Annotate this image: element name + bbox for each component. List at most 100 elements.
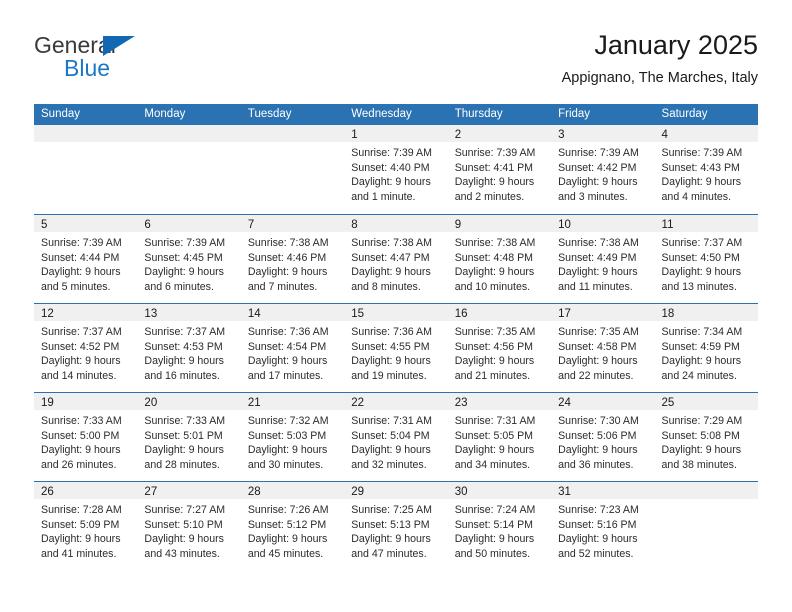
- day-number: 9: [454, 219, 462, 231]
- calendar-day-cell[interactable]: 9 Sunrise: 7:38 AM Sunset: 4:48 PM Daylight…: [447, 215, 552, 303]
- calendar-day-cell[interactable]: 31 Sunrise: 7:23 AM Sunset: 5:16 PM Dayligh…: [551, 482, 655, 570]
- daylight-text-line1: Daylight: 9 hours: [558, 355, 638, 368]
- calendar-day-cell[interactable]: 10 Sunrise: 7:38 AM Sunset: 4:49 PM Dayligh…: [551, 215, 655, 303]
- calendar-day-cell[interactable]: 16 Sunrise: 7:35 AM Sunset: 4:56 PM Dayligh…: [447, 304, 552, 392]
- calendar-day-cell[interactable]: 27 Sunrise: 7:27 AM Sunset: 5:10 PM Dayligh…: [137, 482, 241, 570]
- daylight-text-line2: and 32 minutes.: [351, 458, 427, 471]
- daylight-text-line2: and 45 minutes.: [247, 547, 324, 560]
- sunset-text: Sunset: 5:16 PM: [558, 518, 637, 531]
- day-number-band: 30: [447, 482, 552, 499]
- calendar-week-row: 1 Sunrise: 7:39 AM Sunset: 4:40 PM Daylight…: [34, 125, 758, 214]
- calendar-day-cell[interactable]: 26 Sunrise: 7:28 AM Sunset: 5:09 PM Dayligh…: [34, 482, 138, 570]
- sunrise-text: Sunrise: 7:31 AM: [351, 415, 432, 427]
- daylight-text-line1: Daylight: 9 hours: [144, 444, 224, 457]
- calendar-day-cell[interactable]: 22 Sunrise: 7:31 AM Sunset: 5:04 PM Dayligh…: [344, 393, 448, 481]
- day-sun-info: Sunrise: 7:35 AM Sunset: 4:58 PM Daylight:…: [551, 321, 654, 383]
- calendar-day-cell[interactable]: 13 Sunrise: 7:37 AM Sunset: 4:53 PM Dayligh…: [137, 304, 241, 392]
- day-number-band: 12: [34, 304, 138, 321]
- daylight-text-line1: Daylight: 9 hours: [454, 533, 535, 546]
- day-number-band: 2: [447, 125, 552, 142]
- day-sun-info: Sunrise: 7:37 AM Sunset: 4:52 PM Daylight:…: [34, 321, 137, 383]
- day-number: 5: [41, 219, 48, 231]
- calendar-day-cell[interactable]: 1 Sunrise: 7:39 AM Sunset: 4:40 PM Daylight…: [344, 125, 448, 214]
- calendar-day-cell[interactable]: 30 Sunrise: 7:24 AM Sunset: 5:14 PM Dayligh…: [447, 482, 552, 570]
- daylight-text-line2: and 8 minutes.: [351, 280, 421, 293]
- sunset-text: Sunset: 5:09 PM: [41, 518, 120, 531]
- day-number: 7: [247, 219, 255, 231]
- calendar-week-row: 19 Sunrise: 7:33 AM Sunset: 5:00 PM Dayligh…: [34, 392, 758, 481]
- calendar-week-row: 26 Sunrise: 7:28 AM Sunset: 5:09 PM Dayligh…: [34, 481, 758, 570]
- day-number: 10: [558, 219, 571, 231]
- day-sun-info: Sunrise: 7:30 AM Sunset: 5:06 PM Daylight:…: [551, 410, 654, 472]
- sunrise-text: Sunrise: 7:32 AM: [247, 415, 329, 427]
- calendar-day-cell[interactable]: 4 Sunrise: 7:39 AM Sunset: 4:43 PM Daylight…: [654, 125, 758, 214]
- day-number-band: 15: [344, 304, 448, 321]
- sunset-text: Sunset: 5:04 PM: [351, 429, 430, 442]
- sunrise-text: Sunrise: 7:30 AM: [558, 415, 639, 427]
- day-number: 29: [351, 486, 365, 498]
- calendar-day-cell[interactable]: 18 Sunrise: 7:34 AM Sunset: 4:59 PM Dayligh…: [654, 304, 758, 392]
- day-number: 28: [247, 486, 261, 498]
- sunset-text: Sunset: 4:41 PM: [454, 161, 534, 174]
- calendar-day-cell[interactable]: 20 Sunrise: 7:33 AM Sunset: 5:01 PM Dayligh…: [137, 393, 241, 481]
- sunset-text: Sunset: 4:52 PM: [41, 340, 120, 353]
- sunset-text: Sunset: 4:53 PM: [144, 340, 223, 353]
- daylight-text-line2: and 11 minutes.: [558, 280, 633, 293]
- calendar-day-cell[interactable]: 24 Sunrise: 7:30 AM Sunset: 5:06 PM Dayligh…: [551, 393, 655, 481]
- calendar-day-cell[interactable]: 11 Sunrise: 7:37 AM Sunset: 4:50 PM Dayligh…: [654, 215, 758, 303]
- daylight-text-line2: and 3 minutes.: [558, 190, 628, 203]
- daylight-text-line2: and 4 minutes.: [661, 190, 732, 203]
- sunset-text: Sunset: 4:40 PM: [351, 161, 430, 174]
- sunset-text: Sunset: 4:56 PM: [454, 340, 534, 353]
- calendar-day-cell[interactable]: 21 Sunrise: 7:32 AM Sunset: 5:03 PM Dayligh…: [240, 393, 345, 481]
- weekday-header-thursday: Thursday: [454, 108, 503, 120]
- day-number: 26: [41, 486, 54, 498]
- calendar-day-cell[interactable]: 7 Sunrise: 7:38 AM Sunset: 4:46 PM Daylight…: [240, 215, 345, 303]
- sunrise-text: Sunrise: 7:38 AM: [351, 237, 432, 249]
- day-sun-info: Sunrise: 7:33 AM Sunset: 5:01 PM Daylight:…: [137, 410, 240, 472]
- calendar-day-cell[interactable]: 6 Sunrise: 7:39 AM Sunset: 4:45 PM Daylight…: [137, 215, 241, 303]
- day-number-band: 11: [654, 215, 758, 232]
- sunrise-text: Sunrise: 7:39 AM: [558, 147, 639, 159]
- daylight-text-line1: Daylight: 9 hours: [558, 266, 638, 279]
- sunset-text: Sunset: 4:45 PM: [144, 251, 223, 264]
- daylight-text-line1: Daylight: 9 hours: [661, 266, 742, 279]
- sunset-text: Sunset: 5:14 PM: [454, 518, 534, 531]
- day-number-band: 23: [447, 393, 552, 410]
- sunrise-text: Sunrise: 7:38 AM: [247, 237, 329, 249]
- calendar-day-cell[interactable]: 2 Sunrise: 7:39 AM Sunset: 4:41 PM Daylight…: [447, 125, 552, 214]
- sunrise-text: Sunrise: 7:37 AM: [41, 326, 122, 338]
- calendar-day-cell[interactable]: 19 Sunrise: 7:33 AM Sunset: 5:00 PM Dayligh…: [34, 393, 138, 481]
- daylight-text-line1: Daylight: 9 hours: [247, 266, 328, 279]
- day-number: 15: [351, 308, 365, 320]
- sunset-text: Sunset: 4:48 PM: [454, 251, 534, 264]
- day-sun-info: Sunrise: 7:33 AM Sunset: 5:00 PM Daylight:…: [34, 410, 137, 472]
- sunset-text: Sunset: 4:55 PM: [351, 340, 430, 353]
- daylight-text-line2: and 30 minutes.: [247, 458, 324, 471]
- calendar-day-cell[interactable]: 15 Sunrise: 7:36 AM Sunset: 4:55 PM Dayligh…: [344, 304, 448, 392]
- daylight-text-line1: Daylight: 9 hours: [661, 444, 742, 457]
- daylight-text-line2: and 2 minutes.: [454, 190, 525, 203]
- daylight-text-line2: and 41 minutes.: [41, 547, 117, 560]
- day-sun-info: Sunrise: 7:39 AM Sunset: 4:40 PM Daylight:…: [344, 142, 447, 204]
- daylight-text-line2: and 16 minutes.: [144, 369, 220, 382]
- calendar-day-cell[interactable]: 14 Sunrise: 7:36 AM Sunset: 4:54 PM Dayligh…: [240, 304, 345, 392]
- day-sun-info: Sunrise: 7:37 AM Sunset: 4:50 PM Daylight:…: [655, 232, 758, 294]
- calendar-day-cell[interactable]: 28 Sunrise: 7:26 AM Sunset: 5:12 PM Dayligh…: [240, 482, 345, 570]
- calendar-day-cell[interactable]: 23 Sunrise: 7:31 AM Sunset: 5:05 PM Dayligh…: [447, 393, 552, 481]
- calendar-day-cell[interactable]: 17 Sunrise: 7:35 AM Sunset: 4:58 PM Dayligh…: [551, 304, 655, 392]
- calendar-day-cell[interactable]: 29 Sunrise: 7:25 AM Sunset: 5:13 PM Dayligh…: [344, 482, 448, 570]
- daylight-text-line2: and 14 minutes.: [41, 369, 117, 382]
- day-number: 12: [41, 308, 54, 320]
- daylight-text-line2: and 50 minutes.: [454, 547, 531, 560]
- calendar-day-cell[interactable]: 8 Sunrise: 7:38 AM Sunset: 4:47 PM Daylight…: [344, 215, 448, 303]
- triangle-icon: [103, 36, 135, 56]
- calendar-day-cell[interactable]: 5 Sunrise: 7:39 AM Sunset: 4:44 PM Daylight…: [34, 215, 138, 303]
- general-blue-logo[interactable]: General Blue: [34, 32, 164, 90]
- day-number: 18: [661, 308, 675, 320]
- calendar-day-cell[interactable]: 25 Sunrise: 7:29 AM Sunset: 5:08 PM Dayligh…: [654, 393, 758, 481]
- calendar-day-cell[interactable]: 3 Sunrise: 7:39 AM Sunset: 4:42 PM Daylight…: [551, 125, 655, 214]
- day-number-band: 9: [447, 215, 552, 232]
- day-number-band: 14: [240, 304, 345, 321]
- calendar-day-cell[interactable]: 12 Sunrise: 7:37 AM Sunset: 4:52 PM Dayligh…: [34, 304, 138, 392]
